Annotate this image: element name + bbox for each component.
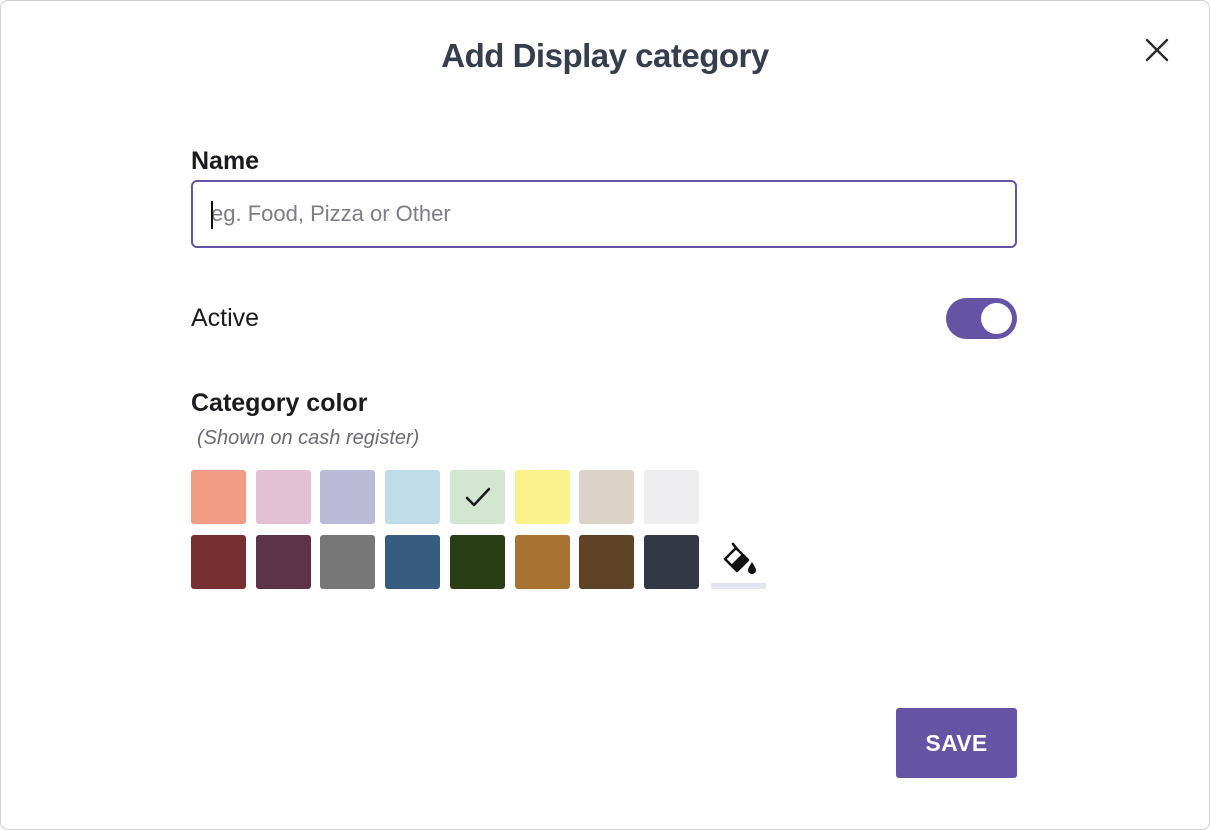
color-swatch[interactable] bbox=[191, 535, 246, 589]
color-swatch[interactable] bbox=[320, 535, 375, 589]
category-color-heading: Category color bbox=[191, 389, 368, 417]
toggle-knob bbox=[981, 303, 1012, 334]
color-swatch[interactable] bbox=[515, 535, 570, 589]
color-swatch[interactable] bbox=[256, 470, 311, 524]
custom-color-underline bbox=[711, 583, 766, 589]
color-swatch[interactable] bbox=[191, 470, 246, 524]
active-toggle[interactable] bbox=[946, 298, 1017, 339]
color-swatch[interactable] bbox=[256, 535, 311, 589]
color-swatch[interactable] bbox=[450, 470, 505, 524]
color-swatch[interactable] bbox=[320, 470, 375, 524]
custom-color-button[interactable] bbox=[711, 535, 766, 589]
color-swatch[interactable] bbox=[385, 470, 440, 524]
paint-bucket-icon bbox=[723, 542, 756, 574]
close-icon[interactable] bbox=[1141, 34, 1173, 66]
save-button[interactable]: SAVE bbox=[896, 708, 1017, 778]
color-swatch[interactable] bbox=[385, 535, 440, 589]
color-swatch[interactable] bbox=[515, 470, 570, 524]
color-swatch[interactable] bbox=[450, 535, 505, 589]
color-swatch[interactable] bbox=[579, 470, 634, 524]
active-label: Active bbox=[191, 304, 260, 332]
color-swatch[interactable] bbox=[579, 535, 634, 589]
color-swatch[interactable] bbox=[644, 535, 699, 589]
dialog-title: Add Display category bbox=[441, 37, 769, 74]
name-input[interactable] bbox=[191, 180, 1017, 248]
name-label: Name bbox=[191, 147, 260, 175]
checkmark-icon bbox=[465, 487, 491, 507]
text-caret bbox=[211, 201, 213, 229]
category-color-subtitle: (Shown on cash register) bbox=[197, 427, 420, 449]
add-category-dialog: Add Display category Name Active Categor… bbox=[0, 0, 1210, 830]
color-swatch[interactable] bbox=[644, 470, 699, 524]
